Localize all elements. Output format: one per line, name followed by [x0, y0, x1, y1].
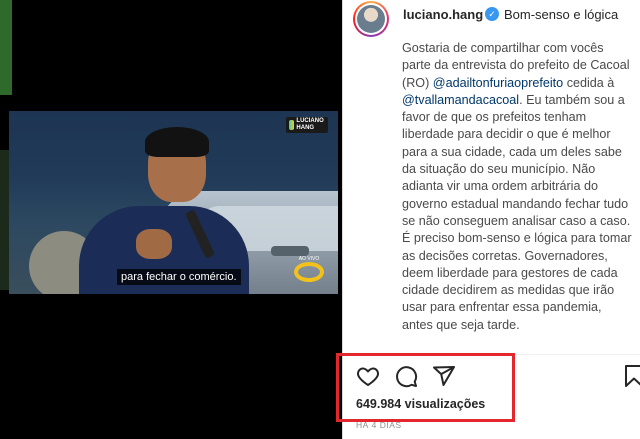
avatar-ring	[355, 3, 387, 35]
video-scene-car-handle	[271, 246, 309, 256]
video-scene-person-hand	[136, 229, 172, 259]
caption-text: . Eu também sou a favor de que os prefei…	[402, 92, 632, 332]
save-button[interactable]	[621, 363, 640, 389]
video-subtitle: para fechar o comércio.	[117, 269, 241, 285]
mention-link[interactable]: @adailtonfuriaoprefeito	[433, 76, 563, 90]
highlight-annotation-box	[336, 353, 515, 422]
background-fragment	[0, 0, 12, 95]
video-scene-person-hair	[145, 127, 209, 157]
live-logo-icon	[294, 262, 324, 282]
post-caption: Gostaria de compartilhar com vocês parte…	[402, 40, 634, 346]
tv-logo-mark	[289, 120, 295, 130]
video-player[interactable]: LUCIANO HANG AO VIVO para fechar o comér…	[9, 111, 338, 294]
tv-channel-logo: LUCIANO HANG	[286, 117, 328, 133]
verified-badge-icon: ✓	[485, 7, 499, 21]
caption-fade	[402, 338, 634, 348]
caption-text: cedida à	[563, 75, 615, 90]
avatar-photo	[357, 5, 385, 33]
post-header: luciano.hang ✓ Bom-senso e lógica	[343, 0, 640, 40]
bookmark-icon	[625, 365, 640, 387]
username-link[interactable]: luciano.hang	[403, 7, 483, 22]
post-header-subtitle: Bom-senso e lógica	[504, 7, 619, 22]
tv-logo-text: LUCIANO HANG	[296, 118, 324, 131]
avatar[interactable]	[353, 1, 389, 37]
mention-link[interactable]: @tvallamandacacoal	[402, 93, 519, 107]
media-area: LUCIANO HANG AO VIVO para fechar o comér…	[0, 0, 342, 439]
live-badge: AO VIVO	[290, 256, 328, 286]
